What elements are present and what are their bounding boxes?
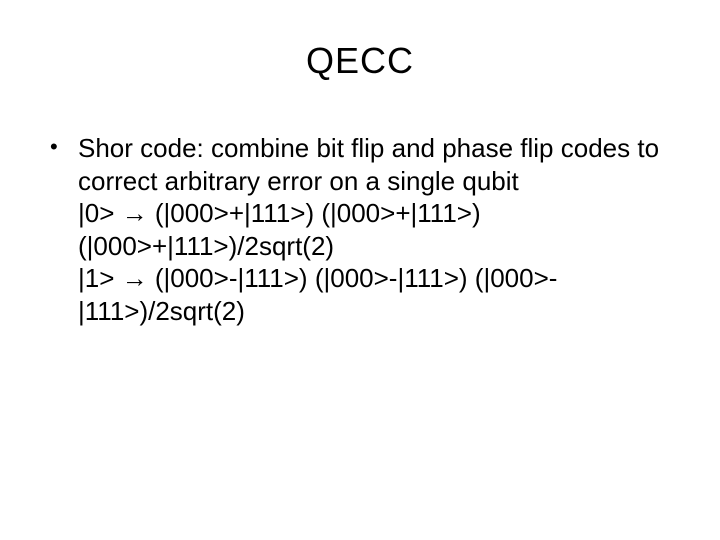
slide-title: QECC bbox=[50, 40, 670, 82]
bullet-mark: • bbox=[50, 132, 78, 163]
slide-body: • Shor code: combine bit flip and phase … bbox=[50, 132, 670, 327]
bullet-text: Shor code: combine bit flip and phase fl… bbox=[78, 132, 670, 197]
equation-line-2: |1> → (|000>-|111>) (|000>-|111>) (|000>… bbox=[50, 262, 670, 327]
equation-line-1: |0> → (|000>+|111>) (|000>+|111>) (|000>… bbox=[50, 197, 670, 262]
bullet-item: • Shor code: combine bit flip and phase … bbox=[50, 132, 670, 197]
slide: QECC • Shor code: combine bit flip and p… bbox=[0, 0, 720, 540]
